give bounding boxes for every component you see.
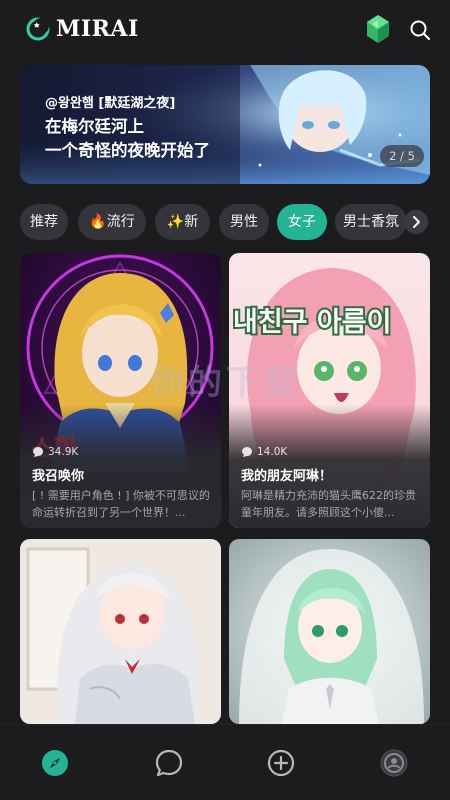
card-title: 我召唤你 <box>32 469 85 484</box>
bottom-nav <box>0 724 450 800</box>
tab-trending[interactable]: 🔥流行 <box>78 204 146 240</box>
banner-author: @왕완햄 [默廷湖之夜] <box>45 96 176 111</box>
card-artwork <box>20 539 221 724</box>
card-count-text: 14.0K <box>257 446 288 458</box>
card-count-text: 34.9K <box>48 446 79 458</box>
compass-icon[interactable] <box>40 748 70 778</box>
card-description: 阿琳是精力充沛的猫头鹰622的珍贵童年朋友。请多照顾这个小傻... <box>241 489 416 519</box>
tab-female[interactable]: 女子 <box>277 204 327 240</box>
category-tabs: 推荐 🔥流行 ✨新 男性 女子 男士香氛 <box>0 204 450 240</box>
character-card-4[interactable] <box>229 539 430 724</box>
featured-banner[interactable]: @왕완햄 [默廷湖之夜] 在梅尔廷河上 一个奇怪的夜晚开始了 2 / 5 <box>20 65 430 184</box>
tab-recommend[interactable]: 推荐 <box>20 204 68 240</box>
chevron-right-icon[interactable] <box>404 210 428 234</box>
watermark-text: 你的下载 <box>150 363 302 403</box>
chat-icon[interactable] <box>154 748 184 778</box>
card-artwork <box>229 539 430 724</box>
card-chat-count: 14.0K <box>241 446 287 458</box>
banner-title-line1: 在梅尔廷河上 <box>45 117 144 136</box>
gem-icon[interactable] <box>364 14 392 44</box>
character-card-3[interactable] <box>20 539 221 724</box>
banner-title-line2: 一个奇怪的夜晚开始了 <box>45 141 210 160</box>
logo-icon <box>26 17 50 41</box>
tab-mens-fragrance[interactable]: 男士香氛 <box>335 204 407 240</box>
tab-male[interactable]: 男性 <box>219 204 269 240</box>
tab-new[interactable]: ✨新 <box>155 204 210 240</box>
profile-icon[interactable] <box>379 748 409 778</box>
app-name: MIRAI <box>56 16 139 42</box>
search-icon[interactable] <box>409 19 431 41</box>
card-chat-count: 34.9K <box>32 446 78 458</box>
banner-page-indicator: 2 / 5 <box>380 145 424 167</box>
plus-circle-icon[interactable] <box>266 748 296 778</box>
top-bar: MIRAI <box>0 0 450 60</box>
chat-bubble-icon <box>33 447 43 457</box>
card-description: [ ! 需要用户角色 ! ] 你被不可思议的命运转折召到了另一个世界！... <box>32 489 210 519</box>
app-logo[interactable]: MIRAI <box>26 17 139 41</box>
chat-bubble-icon <box>242 447 252 457</box>
card-title: 我的朋友阿琳！ <box>241 469 333 484</box>
